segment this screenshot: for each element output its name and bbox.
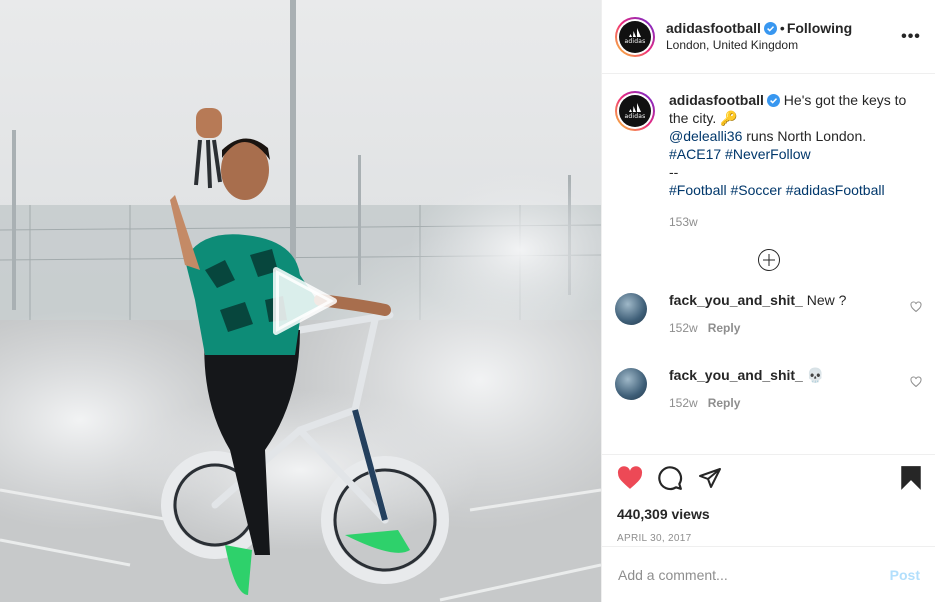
reply-button[interactable]: Reply <box>708 396 741 410</box>
play-icon[interactable] <box>268 266 338 336</box>
like-comment-heart-icon[interactable] <box>910 301 922 313</box>
comment-item: fack_you_and_shit_ 💀 152w Reply <box>615 366 922 412</box>
view-count[interactable]: 440,309 views <box>617 506 922 522</box>
hashtag-link[interactable]: #Soccer <box>730 182 781 198</box>
like-comment-heart-icon[interactable] <box>910 376 922 388</box>
post-video[interactable] <box>0 0 601 602</box>
author-username[interactable]: adidasfootball <box>666 20 761 36</box>
commenter-username[interactable]: fack_you_and_shit_ <box>669 292 803 308</box>
like-heart-icon[interactable] <box>617 466 643 490</box>
hashtag-link[interactable]: #NeverFollow <box>725 146 811 162</box>
instagram-post-modal: adidas adidasfootball • Following London, … <box>0 0 935 602</box>
comment-timestamp[interactable]: 152w <box>669 396 698 410</box>
post-comment-button[interactable]: Post <box>890 567 920 583</box>
comment-text: 💀 <box>806 367 825 383</box>
caption-separator: -- <box>669 164 679 180</box>
avatar-logo-text: adidas <box>624 38 646 45</box>
adidas-logo-icon <box>629 102 641 112</box>
post-details-panel: adidas adidasfootball • Following London, … <box>601 0 935 602</box>
comment-input[interactable] <box>618 566 890 583</box>
hashtag-link[interactable]: #ACE17 <box>669 146 721 162</box>
commenter-avatar[interactable] <box>615 368 647 400</box>
adidas-logo-icon <box>629 28 641 37</box>
reply-button[interactable]: Reply <box>708 321 741 335</box>
post-actions: 440,309 views APRIL 30, 2017 <box>602 454 935 544</box>
mention-link[interactable]: @delealli36 <box>669 128 742 144</box>
caption-author-avatar[interactable]: adidas <box>615 91 655 131</box>
comments-list[interactable]: adidas adidasfootball He's got the keys … <box>602 75 935 454</box>
comment-bubble-icon[interactable] <box>657 465 683 491</box>
caption: adidas adidasfootball He's got the keys … <box>615 91 922 231</box>
more-options-icon[interactable]: ••• <box>901 28 921 46</box>
comment-composer: Post <box>602 546 935 602</box>
post-header: adidas adidasfootball • Following London, … <box>602 0 935 74</box>
author-avatar[interactable]: adidas <box>615 16 655 57</box>
commenter-avatar[interactable] <box>615 293 647 325</box>
caption-timestamp[interactable]: 153w <box>669 213 919 231</box>
hashtag-link[interactable]: #adidasFootball <box>786 182 885 198</box>
avatar-logo-text: adidas <box>624 112 646 120</box>
hashtag-link[interactable]: #Football <box>669 182 727 198</box>
verified-badge-icon <box>763 21 777 35</box>
location-link[interactable]: London, United Kingdom <box>666 37 901 54</box>
comment-item: fack_you_and_shit_ New ? 152w Reply <box>615 291 922 337</box>
caption-text-2: runs North London. <box>742 128 867 144</box>
share-paper-plane-icon[interactable] <box>697 466 723 490</box>
separator-dot: • <box>779 19 785 36</box>
commenter-username[interactable]: fack_you_and_shit_ <box>669 367 803 383</box>
caption-username[interactable]: adidasfootball <box>669 92 764 108</box>
comment-text: New ? <box>806 292 847 308</box>
save-bookmark-icon[interactable] <box>900 465 922 491</box>
following-button[interactable]: Following <box>787 20 852 36</box>
post-date[interactable]: APRIL 30, 2017 <box>617 533 922 544</box>
load-more-comments <box>615 249 922 271</box>
comment-timestamp[interactable]: 152w <box>669 321 698 335</box>
load-more-comments-icon[interactable] <box>757 249 780 271</box>
verified-badge-icon <box>766 94 780 107</box>
